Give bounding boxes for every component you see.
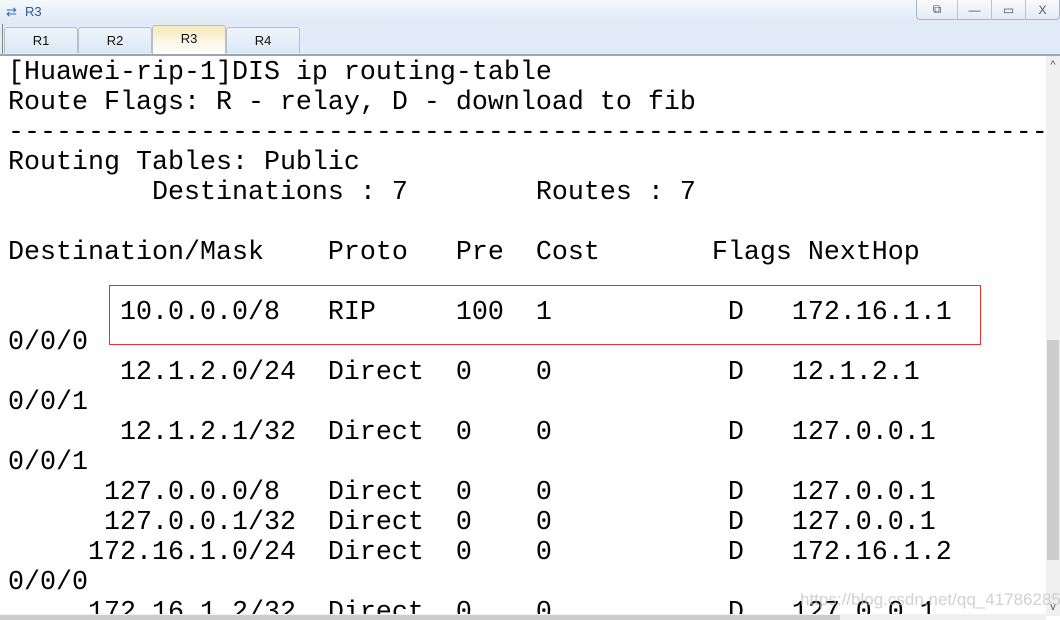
router-app-icon: ⇄ (6, 4, 17, 19)
terminal-line: Destination/Mask Proto Pre Cost Flags Ne… (8, 238, 920, 268)
window-title: R3 (25, 4, 42, 19)
terminal-line: 172.16.1.2/32 Direct 0 0 D 127.0.0.1 (8, 598, 936, 614)
terminal-line: Destinations : 7 Routes : 7 (8, 178, 696, 208)
restore-down-button[interactable]: ⧉ (917, 0, 957, 19)
terminal-line: 12.1.2.1/32 Direct 0 0 D 127.0.0.1 (8, 418, 936, 448)
terminal-line: 12.1.2.0/24 Direct 0 0 D 12.1.2.1 (8, 358, 920, 388)
terminal-line: 0/0/0 (8, 328, 88, 358)
watermark: https://blog.csdn.net/qq_41786285 (800, 590, 1060, 609)
window-controls: ⧉ — ▭ X (916, 0, 1060, 20)
device-tab-bar: R1 R2 R3 R4 (0, 24, 1060, 56)
terminal-line: [Huawei-rip-1]DIS ip routing-table (8, 58, 552, 88)
horizontal-scroll-thumb[interactable] (0, 615, 840, 620)
tab-r3[interactable]: R3 (152, 25, 226, 54)
terminal-line: Route Flags: R - relay, D - download to … (8, 88, 696, 118)
title-bar: ⇄ R3 ⧉ — ▭ X (0, 0, 1060, 24)
minimize-button[interactable]: — (957, 0, 991, 19)
maximize-button[interactable]: ▭ (991, 0, 1025, 19)
close-button[interactable]: X (1025, 0, 1059, 19)
terminal-line: 0/0/1 (8, 448, 88, 478)
terminal-line: 127.0.0.1/32 Direct 0 0 D 127.0.0.1 (8, 508, 936, 538)
highlighted-rip-route (109, 285, 981, 345)
terminal-line: ----------------------------------------… (8, 118, 1046, 148)
tab-r2[interactable]: R2 (78, 27, 152, 53)
terminal-line: 0/0/1 (8, 388, 88, 418)
terminal-line: Routing Tables: Public (8, 148, 360, 178)
tab-r1[interactable]: R1 (4, 27, 78, 53)
vertical-scroll-thumb[interactable] (1047, 340, 1059, 560)
divider (2, 24, 3, 54)
horizontal-scrollbar[interactable] (0, 614, 1046, 620)
scroll-up-icon[interactable]: ^ (1046, 58, 1060, 72)
terminal-line: 172.16.1.0/24 Direct 0 0 D 172.16.1.2 (8, 538, 952, 568)
terminal-line: 127.0.0.0/8 Direct 0 0 D 127.0.0.1 (8, 478, 936, 508)
terminal-line: 0/0/0 (8, 568, 88, 598)
tab-r4[interactable]: R4 (226, 27, 300, 53)
vertical-scrollbar[interactable]: ^ v (1046, 56, 1060, 616)
